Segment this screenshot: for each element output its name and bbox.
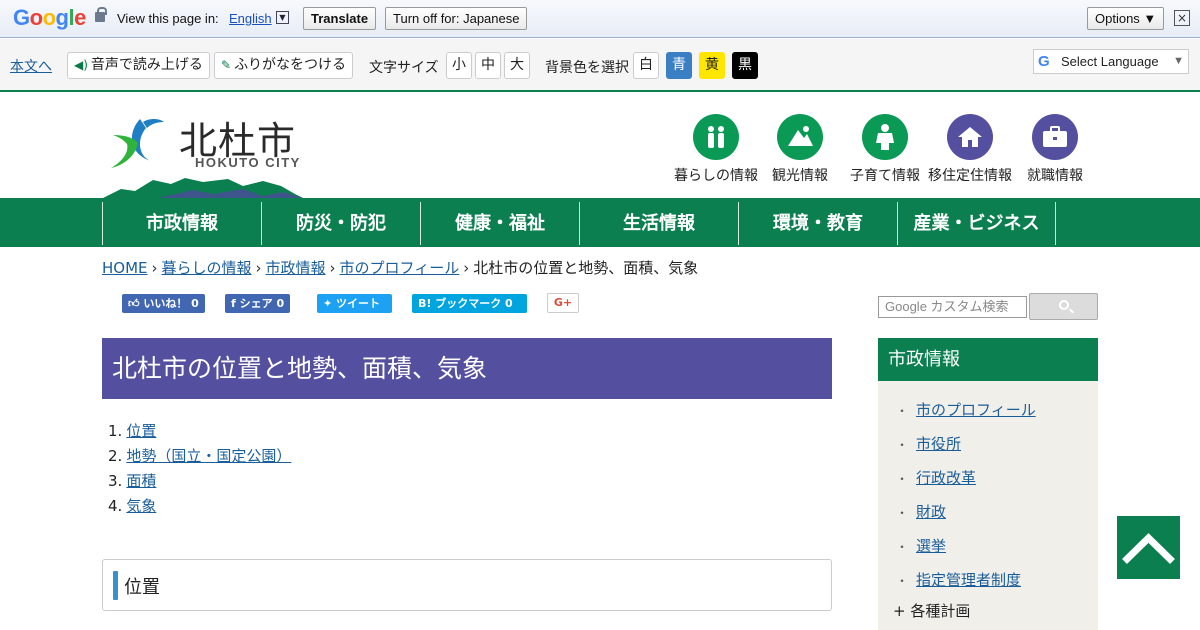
sidebar-item: ・選挙: [896, 537, 947, 555]
nav-living-info[interactable]: 暮らしの情報: [671, 114, 761, 185]
sidebar-heading: 市政情報: [878, 338, 1098, 381]
google-plus-button[interactable]: G+: [547, 293, 579, 313]
toc-link-climate[interactable]: 気象: [126, 497, 156, 515]
speaker-icon: ◀): [74, 58, 88, 72]
skip-to-content-link[interactable]: 本文へ: [10, 56, 52, 76]
sidebar-item-designated-manager[interactable]: 指定管理者制度: [916, 571, 1021, 589]
breadcrumb-home[interactable]: HOME: [102, 259, 148, 277]
bg-black-button[interactable]: 黒: [732, 52, 758, 79]
sidebar-item: ・市のプロフィール: [896, 401, 1036, 419]
bg-blue-button[interactable]: 青: [666, 52, 692, 79]
sidebar-item: ・指定管理者制度: [896, 571, 1022, 589]
sidebar-item: ・行政改革: [896, 469, 977, 487]
twitter-icon: ✦: [323, 297, 337, 310]
section-heading-box: 位置: [102, 559, 832, 611]
accessibility-toolbar: 本文へ ◀) 音声で読み上げる ✎ ふりがなをつける 文字サイズ 小 中 大 背景色…: [0, 39, 1200, 92]
bg-yellow-button[interactable]: 黄: [699, 52, 725, 79]
language-link[interactable]: English: [229, 11, 272, 26]
chevron-down-icon: ▼: [1173, 55, 1184, 67]
font-size-medium-button[interactable]: 中: [475, 52, 501, 79]
bg-white-button[interactable]: 白: [633, 52, 659, 79]
sidebar-item: ・財政: [896, 503, 947, 521]
nav-tourism-info[interactable]: 観光情報: [755, 114, 845, 185]
child-icon: [862, 114, 908, 160]
toc-link-location[interactable]: 位置: [126, 422, 156, 440]
breadcrumb-profile[interactable]: 市のプロフィール: [340, 259, 460, 277]
font-size-label: 文字サイズ: [369, 60, 439, 76]
page-title: 北杜市の位置と地勢、面積、気象: [102, 338, 832, 399]
pen-icon: ✎: [221, 58, 232, 72]
toc-link-area[interactable]: 面積: [126, 472, 156, 490]
search-button[interactable]: [1029, 293, 1098, 320]
sidebar-item-plans[interactable]: + 各種計画: [893, 600, 970, 621]
lock-icon: [95, 7, 107, 22]
thumbs-up-icon: 👍︎: [128, 297, 144, 310]
nav-relocation-info[interactable]: 移住定住情報: [925, 114, 1015, 185]
breadcrumb-current: 北杜市の位置と地勢、面積、気象: [473, 259, 699, 277]
briefcase-icon: [1032, 114, 1078, 160]
heading-accent-bar: [113, 571, 118, 600]
facebook-icon: f: [231, 297, 240, 310]
nav-industry-business[interactable]: 産業・ビジネス: [897, 202, 1056, 245]
toc-item: 4. 気象: [108, 497, 157, 515]
breadcrumb-living[interactable]: 暮らしの情報: [162, 259, 252, 277]
read-aloud-button[interactable]: ◀) 音声で読み上げる: [67, 52, 210, 79]
chevron-up-icon: [1122, 533, 1175, 564]
nav-environment-education[interactable]: 環境・教育: [738, 202, 897, 245]
facebook-like-button[interactable]: 👍︎ いいね！ 0: [122, 294, 205, 313]
sidebar-item: ・市役所: [896, 435, 962, 453]
toc-item: 3. 面積: [108, 472, 157, 490]
breadcrumb-city-admin[interactable]: 市政情報: [266, 259, 326, 277]
sidebar-item-city-office[interactable]: 市役所: [916, 435, 961, 453]
turn-off-button[interactable]: Turn off for: Japanese: [385, 7, 528, 30]
back-to-top-button[interactable]: [1117, 516, 1180, 579]
translate-button[interactable]: Translate: [303, 7, 377, 30]
google-g-icon: G: [1038, 53, 1050, 70]
select-language-dropdown[interactable]: G Select Language ▼: [1033, 49, 1189, 74]
google-logo: Google: [13, 5, 86, 30]
hokuto-city-logo[interactable]: 北杜市 HOKUTO CITY: [103, 106, 303, 198]
sidebar-item-admin-reform[interactable]: 行政改革: [916, 469, 976, 487]
family-icon: [693, 114, 739, 160]
facebook-share-button[interactable]: f シェア 0: [225, 294, 291, 313]
section-heading: 位置: [124, 577, 160, 598]
toc-item: 2. 地勢（国立・国定公園）: [108, 447, 292, 465]
google-translate-bar: Google View this page in: English ▼ Tran…: [0, 0, 1200, 38]
table-of-contents: 1. 位置 2. 地勢（国立・国定公園） 3. 面積 4. 気象: [108, 421, 291, 521]
furigana-button[interactable]: ✎ ふりがなをつける: [214, 52, 354, 79]
nav-city-administration[interactable]: 市政情報: [102, 202, 261, 245]
site-header: 北杜市 HOKUTO CITY 暮らしの情報 観光情報 子育て情報 移住定住情報…: [0, 94, 1200, 198]
options-button[interactable]: Options ▼: [1087, 7, 1165, 30]
home-icon: [947, 114, 993, 160]
bg-color-label: 背景色を選択: [545, 60, 629, 76]
tweet-button[interactable]: ✦ ツイート: [317, 294, 392, 313]
nav-childcare-info[interactable]: 子育て情報: [840, 114, 930, 185]
hatena-bookmark-button[interactable]: B! ブックマーク 0: [412, 294, 527, 313]
sidebar-item-finance[interactable]: 財政: [916, 503, 946, 521]
main-navigation: 市政情報 防災・防犯 健康・福祉 生活情報 環境・教育 産業・ビジネス: [0, 198, 1200, 247]
font-size-small-button[interactable]: 小: [446, 52, 472, 79]
close-icon[interactable]: ×: [1174, 10, 1190, 26]
search-icon: [1059, 300, 1069, 310]
sidebar-item-profile[interactable]: 市のプロフィール: [916, 401, 1036, 419]
toc-item: 1. 位置: [108, 422, 157, 440]
font-size-large-button[interactable]: 大: [504, 52, 530, 79]
search-input[interactable]: Google カスタム検索: [878, 296, 1027, 318]
view-page-text: View this page in:: [117, 11, 219, 26]
breadcrumb: HOME › 暮らしの情報 › 市政情報 › 市のプロフィール › 北杜市の位置と地勢、面積、気…: [102, 259, 699, 277]
mountain-icon: [777, 114, 823, 160]
nav-disaster-prevention[interactable]: 防災・防犯: [261, 202, 420, 245]
sidebar-menu: ・市のプロフィール ・市役所 ・行政改革 ・財政 ・選挙 ・指定管理者制度 + …: [878, 381, 1098, 630]
language-dropdown-icon[interactable]: ▼: [276, 11, 289, 24]
nav-life-info[interactable]: 生活情報: [579, 202, 738, 245]
city-name-en: HOKUTO CITY: [195, 155, 301, 170]
sidebar-item-elections[interactable]: 選挙: [916, 537, 946, 555]
nav-health-welfare[interactable]: 健康・福祉: [420, 202, 579, 245]
nav-employment-info[interactable]: 就職情報: [1010, 114, 1100, 185]
toc-link-terrain[interactable]: 地勢（国立・国定公園）: [126, 447, 291, 465]
